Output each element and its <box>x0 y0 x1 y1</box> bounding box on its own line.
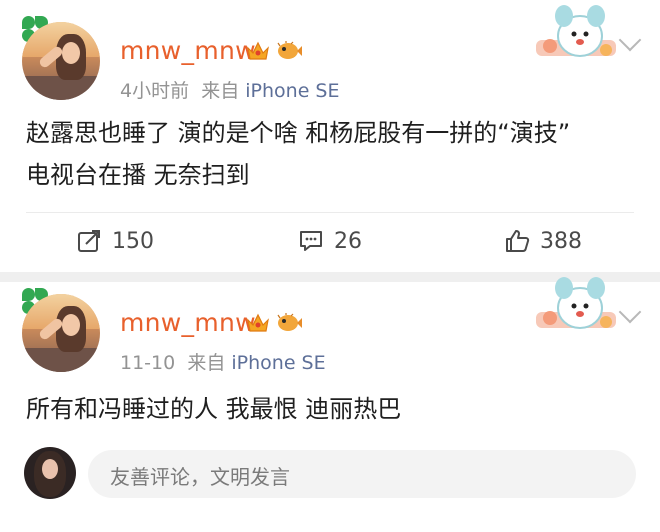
crown-badge-icon <box>247 41 269 60</box>
like-button[interactable]: 388 <box>504 228 582 254</box>
like-count: 388 <box>540 228 582 254</box>
post-time: 4小时前 <box>120 80 190 102</box>
current-user-avatar[interactable] <box>24 447 76 499</box>
source-link[interactable]: iPhone SE <box>231 352 325 374</box>
crown-badge-icon <box>247 313 269 332</box>
mascot-sticker-icon <box>536 5 616 57</box>
pufferfish-badge-icon <box>277 313 302 331</box>
like-icon <box>506 230 530 252</box>
comment-count: 26 <box>334 228 362 254</box>
repost-button[interactable]: 150 <box>76 228 154 254</box>
post-body-line: 电视台在播 无奈扫到 <box>26 161 250 189</box>
post-body-line: 所有和冯睡过的人 我最恨 迪丽热巴 <box>26 395 402 423</box>
username[interactable]: mnw_mnw <box>120 36 256 65</box>
post-body: 赵露思也睡了 演的是个啥 和杨屁股有一拼的“演技” 电视台在播 无奈扫到 <box>26 112 646 196</box>
comment-button[interactable]: 26 <box>298 228 362 254</box>
source-prefix: 来自 <box>201 80 240 102</box>
post-body-line: 赵露思也睡了 演的是个啥 和杨屁股有一拼的“演技” <box>26 119 571 147</box>
avatar[interactable] <box>22 294 100 372</box>
comment-input[interactable]: 友善评论，文明发言 <box>88 450 636 498</box>
source-prefix: 来自 <box>187 352 226 374</box>
comment-placeholder: 友善评论，文明发言 <box>110 465 290 489</box>
avatar[interactable] <box>22 22 100 100</box>
comment-icon <box>300 231 322 251</box>
source-link[interactable]: iPhone SE <box>245 80 339 102</box>
divider <box>26 212 634 213</box>
repost-icon <box>78 230 100 252</box>
post-body: 所有和冯睡过的人 我最恨 迪丽热巴 <box>26 388 646 430</box>
chevron-down-icon[interactable] <box>618 28 642 52</box>
post-time: 11-10 <box>120 352 176 374</box>
username[interactable]: mnw_mnw <box>120 308 256 337</box>
weibo-post: mnw_mnw 4小时前 来自 iPhone SE 赵露思也睡了 演的是个啥 和… <box>0 0 660 272</box>
post-meta: 11-10 来自 iPhone SE <box>120 348 326 375</box>
repost-count: 150 <box>112 228 154 254</box>
post-meta: 4小时前 来自 iPhone SE <box>120 76 340 103</box>
pufferfish-badge-icon <box>277 41 302 59</box>
mascot-sticker-icon <box>536 277 616 329</box>
chevron-down-icon[interactable] <box>618 300 642 324</box>
